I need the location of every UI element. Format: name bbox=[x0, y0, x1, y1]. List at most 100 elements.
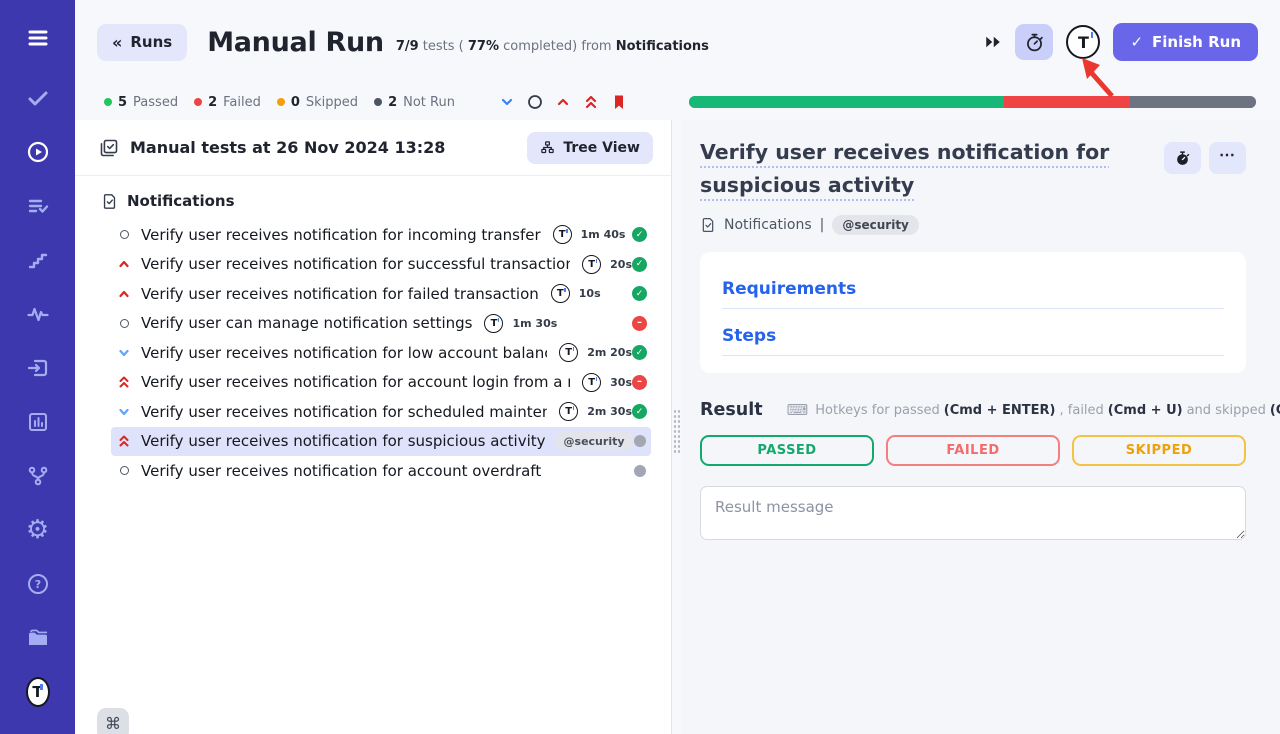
folder-row-notifications[interactable]: Notifications bbox=[75, 186, 671, 216]
back-button-label: Runs bbox=[130, 33, 172, 51]
test-row[interactable]: Verify user receives notification for in… bbox=[111, 220, 651, 250]
list-check-icon[interactable] bbox=[26, 194, 50, 218]
status-badge bbox=[632, 345, 647, 360]
priority-icon bbox=[117, 347, 131, 359]
passed-button[interactable]: PASSED bbox=[700, 435, 874, 466]
command-shortcut-button[interactable]: ⌘ bbox=[97, 708, 129, 734]
status-row: 5Passed 2Failed 0Skipped 2Not Run bbox=[75, 84, 1280, 120]
test-row[interactable]: Verify user receives notification for fa… bbox=[111, 279, 651, 309]
test-duration: 1m 40s bbox=[581, 228, 626, 241]
testomat-logo-icon: T bbox=[484, 314, 503, 333]
test-row[interactable]: Verify user receives notification for su… bbox=[111, 427, 651, 457]
tree-icon bbox=[540, 140, 555, 155]
finish-run-button[interactable]: ✓ Finish Run bbox=[1113, 23, 1258, 61]
test-sections-card: Requirements Steps bbox=[700, 252, 1246, 373]
brand-logo-icon[interactable]: T bbox=[26, 680, 50, 704]
folder-label: Notifications bbox=[127, 192, 235, 210]
settings-gear-icon[interactable]: ⚙ bbox=[26, 518, 50, 542]
priority-icon bbox=[117, 406, 131, 418]
test-row[interactable]: Verify user receives notification for sc… bbox=[111, 397, 651, 427]
menu-icon[interactable] bbox=[26, 26, 50, 50]
runs-play-circle-icon[interactable] bbox=[26, 140, 50, 164]
skipped-count: 0Skipped bbox=[277, 95, 358, 110]
back-to-runs-button[interactable]: « Runs bbox=[97, 24, 187, 61]
run-title: Manual tests at 26 Nov 2024 13:28 bbox=[130, 138, 445, 157]
chevrons-up-icon[interactable] bbox=[583, 94, 599, 110]
steps-icon[interactable] bbox=[26, 248, 50, 272]
tests-check-icon[interactable] bbox=[26, 86, 50, 110]
help-icon[interactable]: ? bbox=[26, 572, 50, 596]
breadcrumb-folder[interactable]: Notifications bbox=[724, 217, 812, 233]
app-sidebar: ⚙ ? T bbox=[0, 0, 75, 734]
test-row[interactable]: Verify user receives notification for su… bbox=[111, 250, 651, 280]
document-check-icon bbox=[101, 193, 118, 210]
stopwatch-filled-icon bbox=[1174, 150, 1191, 167]
priority-icon bbox=[117, 376, 131, 388]
status-badge bbox=[632, 257, 647, 272]
steps-section-link[interactable]: Steps bbox=[722, 326, 776, 346]
test-row[interactable]: Verify user receives notification for ac… bbox=[111, 368, 651, 398]
requirements-section-link[interactable]: Requirements bbox=[722, 279, 856, 299]
test-tag: @security bbox=[555, 432, 634, 450]
test-duration: 1m 30s bbox=[512, 317, 557, 330]
test-title: Verify user receives notification for su… bbox=[141, 432, 546, 450]
bookmark-icon[interactable] bbox=[611, 94, 627, 110]
test-title: Verify user receives notification for su… bbox=[141, 255, 570, 273]
breadcrumb-separator: | bbox=[820, 217, 825, 233]
status-badge bbox=[634, 435, 646, 447]
branch-icon[interactable] bbox=[26, 464, 50, 488]
security-tag: @security bbox=[832, 215, 919, 235]
status-counts: 5Passed 2Failed 0Skipped 2Not Run bbox=[104, 95, 455, 110]
test-title: Verify user receives notification for sc… bbox=[141, 403, 547, 421]
check-icon: ✓ bbox=[1130, 33, 1143, 51]
more-options-button[interactable]: ⋯ bbox=[1209, 142, 1246, 174]
test-detail-title[interactable]: Verify user receives notification for su… bbox=[700, 136, 1178, 202]
result-buttons: PASSED FAILED SKIPPED bbox=[700, 435, 1246, 466]
failed-count: 2Failed bbox=[194, 95, 261, 110]
finish-run-label: Finish Run bbox=[1152, 33, 1241, 51]
keyboard-icon: ⌨ bbox=[787, 401, 809, 419]
test-detail-panel: Verify user receives notification for su… bbox=[682, 120, 1280, 734]
skipped-button[interactable]: SKIPPED bbox=[1072, 435, 1246, 466]
stopwatch-icon bbox=[1024, 32, 1045, 53]
account-logo-icon[interactable]: T bbox=[1066, 25, 1100, 59]
test-rows: Verify user receives notification for in… bbox=[75, 220, 671, 486]
tree-view-button[interactable]: Tree View bbox=[527, 132, 653, 164]
test-duration: 2m 30s bbox=[587, 405, 632, 418]
page-title: Manual Run bbox=[207, 27, 384, 58]
detail-timer-button[interactable] bbox=[1164, 142, 1201, 174]
section-divider bbox=[722, 355, 1224, 356]
folder-icon[interactable] bbox=[26, 626, 50, 650]
test-row[interactable]: Verify user can manage notification sett… bbox=[111, 309, 651, 339]
test-title: Verify user receives notification for in… bbox=[141, 226, 541, 244]
failed-button[interactable]: FAILED bbox=[886, 435, 1060, 466]
drag-handle[interactable] bbox=[673, 409, 680, 455]
status-dot bbox=[194, 98, 202, 106]
run-checklist-icon bbox=[99, 138, 119, 158]
result-header: Result ⌨ Hotkeys for passed (Cmd + ENTER… bbox=[700, 400, 1246, 420]
passed-count: 5Passed bbox=[104, 95, 178, 110]
status-dot bbox=[277, 98, 285, 106]
timer-button[interactable] bbox=[1015, 24, 1053, 60]
test-duration: 20s bbox=[610, 258, 632, 271]
import-icon[interactable] bbox=[26, 356, 50, 380]
test-row[interactable]: Verify user receives notification for ac… bbox=[111, 456, 651, 486]
chevrons-left-icon: « bbox=[112, 33, 122, 52]
result-message-input[interactable] bbox=[700, 486, 1246, 540]
chevron-down-icon[interactable] bbox=[499, 94, 515, 110]
run-progress-bar bbox=[689, 96, 1256, 108]
chevron-up-icon[interactable] bbox=[555, 94, 571, 110]
panel-divider[interactable] bbox=[672, 120, 682, 734]
status-dot bbox=[104, 98, 112, 106]
pulse-icon[interactable] bbox=[26, 302, 50, 326]
hotkeys-hint: ⌨ Hotkeys for passed (Cmd + ENTER) , fai… bbox=[787, 401, 1280, 419]
test-row[interactable]: Verify user receives notification for lo… bbox=[111, 338, 651, 368]
circle-icon[interactable] bbox=[527, 94, 543, 110]
test-title: Verify user receives notification for fa… bbox=[141, 285, 539, 303]
analytics-chart-icon[interactable] bbox=[26, 410, 50, 434]
fast-forward-icon[interactable] bbox=[984, 34, 1002, 50]
svg-text:?: ? bbox=[34, 578, 40, 591]
main-area: « Runs Manual Run 7/9 tests ( 77% comple… bbox=[75, 0, 1280, 734]
status-badge bbox=[632, 286, 647, 301]
status-badge bbox=[632, 227, 647, 242]
